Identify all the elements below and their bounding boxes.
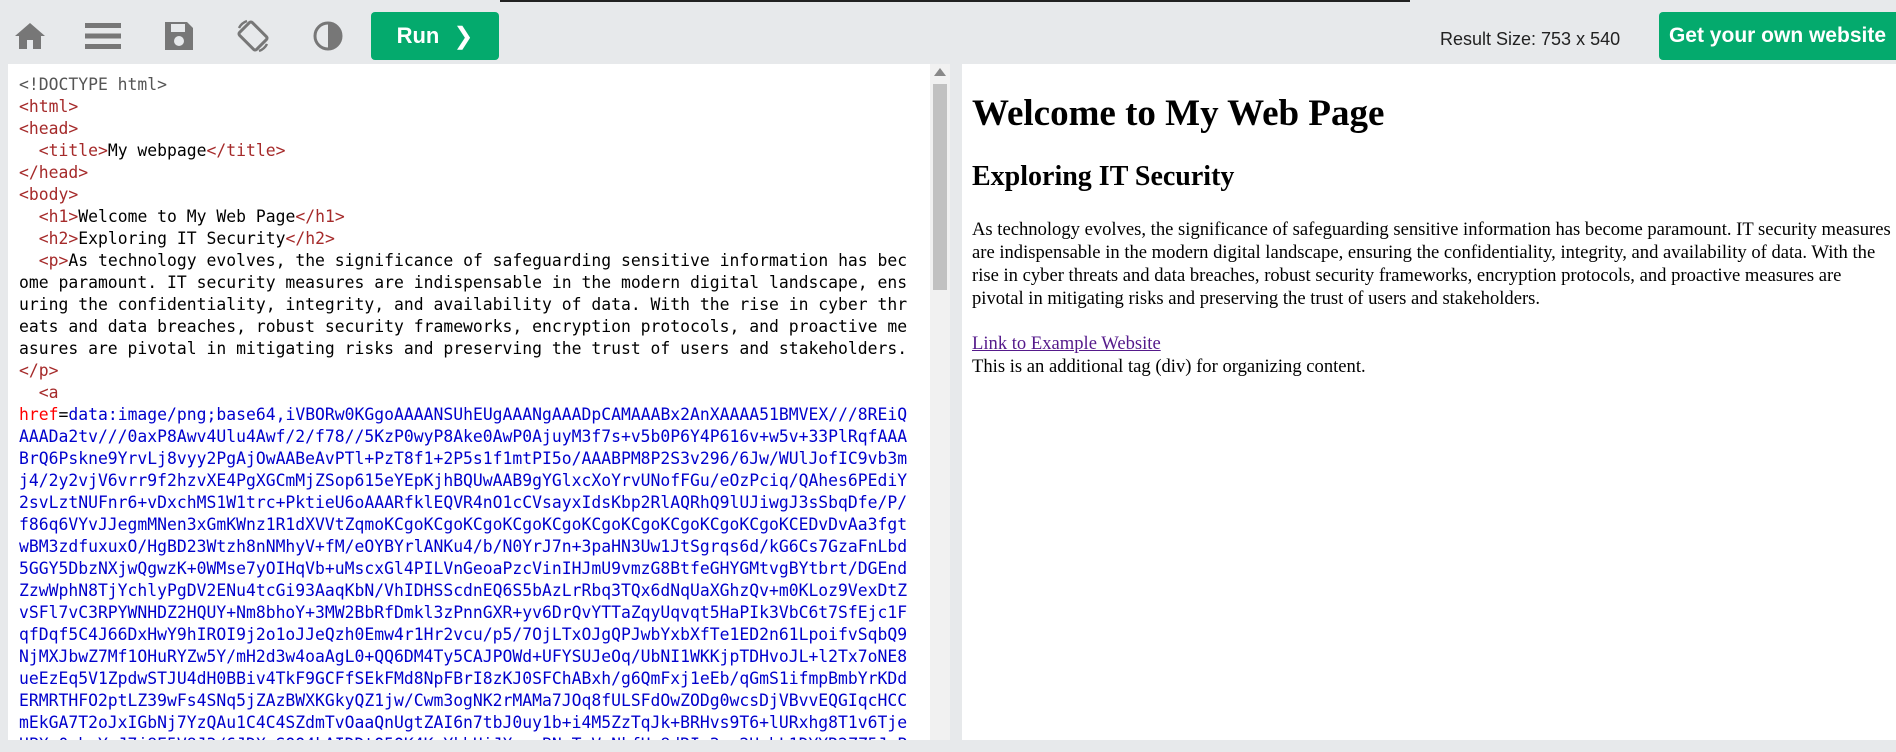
- code-tag-html-open: <html>: [19, 97, 79, 116]
- result-panel: Welcome to My Web Page Exploring IT Secu…: [962, 64, 1896, 740]
- save-icon[interactable]: [157, 14, 201, 58]
- code-tag-h2-open: <h2>: [38, 229, 79, 248]
- code-tag-p-close: </p>: [19, 361, 59, 380]
- home-icon[interactable]: [8, 14, 52, 58]
- result-paragraph: As technology evolves, the significance …: [972, 219, 1891, 309]
- result-heading-2: Exploring IT Security: [972, 161, 1235, 192]
- code-href-equals: =: [58, 405, 69, 424]
- menu-icon[interactable]: [81, 14, 125, 58]
- run-button[interactable]: Run ❯: [371, 12, 499, 60]
- result-link[interactable]: Link to Example Website: [972, 332, 1161, 355]
- code-tag-title-open: <title>: [38, 141, 108, 160]
- code-h2-text: Exploring IT Security: [78, 229, 286, 248]
- code-doctype: <!DOCTYPE html>: [19, 75, 168, 94]
- code-href-value: data:image/png;base64,iVBORw0KGgoAAAANSU…: [19, 405, 908, 740]
- get-your-own-website-button[interactable]: Get your own website: [1659, 12, 1896, 60]
- code-tag-h1-open: <h1>: [38, 207, 79, 226]
- code-tag-h1-close: </h1>: [295, 207, 345, 226]
- code-tag-h2-close: </h2>: [285, 229, 335, 248]
- result-div-text: This is an additional tag (div) for orga…: [972, 356, 1366, 377]
- code-content[interactable]: <!DOCTYPE html> <html> <head> <title>My …: [19, 74, 916, 740]
- scrollbar-thumb[interactable]: [933, 84, 947, 290]
- code-tag-head-open: <head>: [19, 119, 79, 138]
- code-tag-head-close: </head>: [19, 163, 89, 182]
- code-p-text: As technology evolves, the significance …: [19, 251, 908, 358]
- result-heading-1: Welcome to My Web Page: [972, 93, 1385, 134]
- result-size-label: Result Size: 753 x 540: [1440, 29, 1621, 49]
- scroll-up-arrow-icon[interactable]: [934, 68, 946, 76]
- top-strip: [500, 0, 1410, 2]
- code-h1-text: Welcome to My Web Page: [78, 207, 296, 226]
- toolbar: Run ❯ Result Size: 753 x 540 Get your ow…: [0, 0, 1896, 64]
- code-title-text: My webpage: [107, 141, 207, 160]
- code-tag-a-open: <a: [38, 383, 59, 402]
- code-tag-title-close: </title>: [206, 141, 286, 160]
- contrast-icon[interactable]: [306, 14, 350, 58]
- code-editor[interactable]: <!DOCTYPE html> <html> <head> <title>My …: [8, 64, 950, 740]
- rotate-icon[interactable]: [231, 14, 275, 58]
- run-label: Run: [396, 23, 440, 48]
- panel-divider[interactable]: [950, 64, 960, 740]
- code-href-attr: href: [19, 405, 59, 424]
- editor-scrollbar[interactable]: [930, 64, 950, 740]
- code-tag-p-open: <p>: [38, 251, 69, 270]
- code-tag-body-open: <body>: [19, 185, 79, 204]
- chevron-right-icon: ❯: [453, 22, 474, 50]
